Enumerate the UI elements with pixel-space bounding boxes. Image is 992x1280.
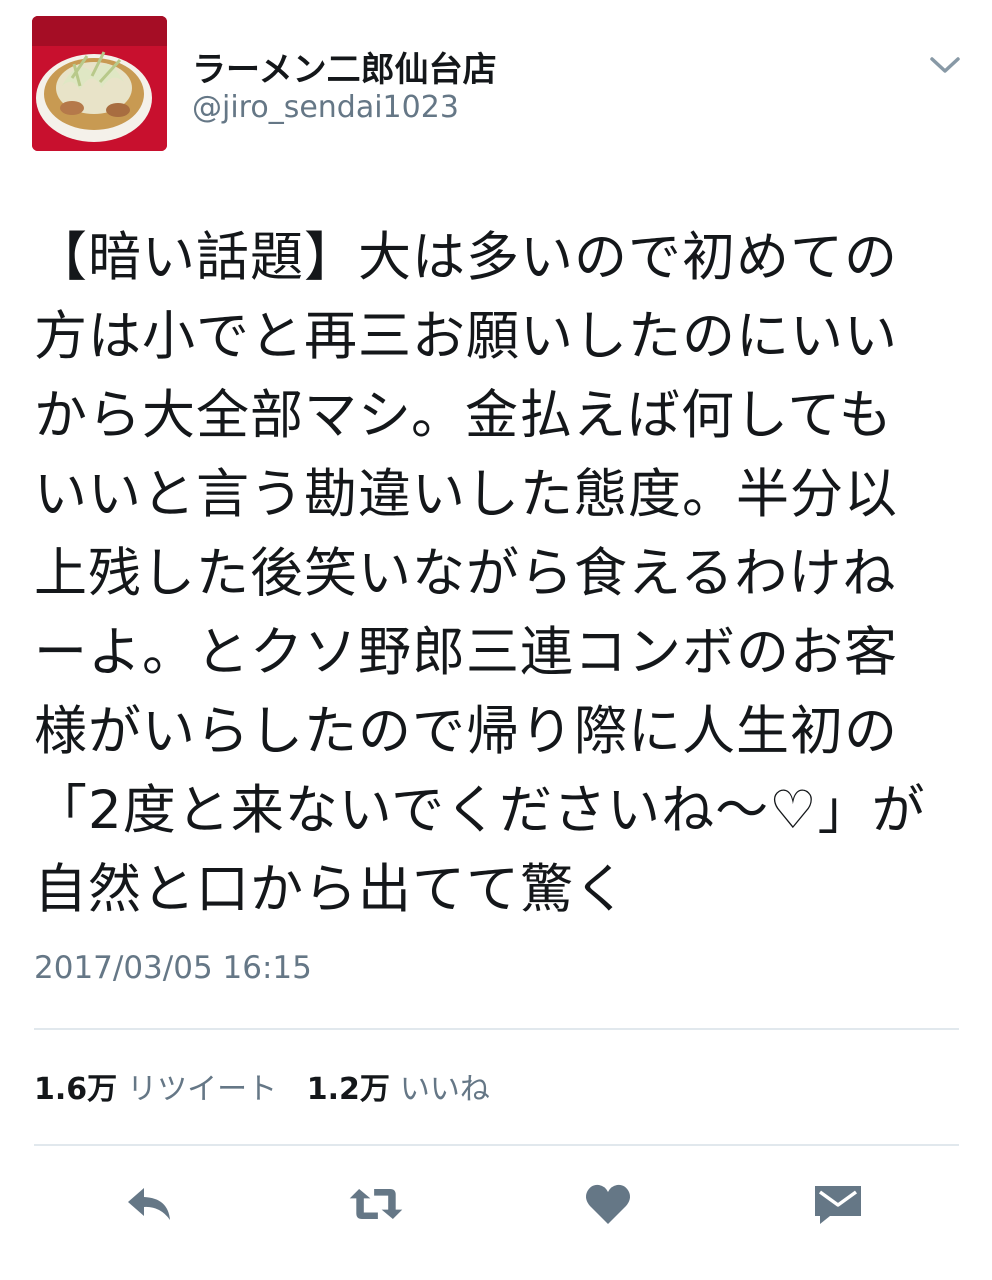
action-bar bbox=[0, 1178, 992, 1238]
tweet-text: 【暗い話題】大は多いので初めての 方は小でと再三お願いしたのにいい から大全部マ… bbox=[34, 218, 954, 929]
divider bbox=[34, 1028, 959, 1030]
tweet-line: 様がいらしたので帰り際に人生初の bbox=[34, 701, 898, 762]
heart-icon[interactable] bbox=[578, 1178, 638, 1230]
divider bbox=[34, 1144, 959, 1146]
tweet-line: 上残した後笑いながら食えるわけね bbox=[34, 543, 897, 604]
tweet-line: 方は小でと再三お願いしたのにいい bbox=[34, 306, 898, 367]
tweet-line: 「2度と来ないでくださいね〜♡」が bbox=[34, 780, 926, 841]
tweet-timestamp[interactable]: 2017/03/05 16:15 bbox=[34, 950, 312, 986]
tweet-line: 自然と口から出てて驚く bbox=[34, 859, 628, 920]
tweet-line: から大全部マシ。金払えば何しても bbox=[34, 385, 893, 446]
retweet-icon[interactable] bbox=[346, 1178, 406, 1230]
like-count[interactable]: 1.2万 bbox=[307, 1072, 390, 1107]
display-name[interactable]: ラーメン二郎仙台店 bbox=[192, 42, 497, 91]
retweet-count[interactable]: 1.6万 bbox=[34, 1072, 117, 1107]
avatar[interactable] bbox=[32, 16, 167, 151]
retweet-label[interactable]: リツイート bbox=[127, 1072, 277, 1107]
user-handle[interactable]: @jiro_sendai1023 bbox=[192, 90, 459, 125]
tweet-line: いいと言う勘違いした態度。半分以 bbox=[34, 464, 898, 525]
reply-icon[interactable] bbox=[120, 1178, 180, 1230]
chevron-down-icon[interactable] bbox=[928, 54, 962, 76]
ramen-bowl-avatar-image bbox=[32, 16, 167, 151]
direct-message-icon[interactable] bbox=[808, 1178, 868, 1230]
tweet-line: 【暗い話題】大は多いので初めての bbox=[34, 227, 898, 288]
tweet-stats: 1.6万 リツイート 1.2万 いいね bbox=[34, 1064, 510, 1108]
tweet-line: ーよ。とクソ野郎三連コンボのお客 bbox=[34, 622, 898, 683]
tweet-header: ラーメン二郎仙台店 @jiro_sendai1023 bbox=[32, 16, 962, 156]
like-label[interactable]: いいね bbox=[400, 1072, 490, 1107]
